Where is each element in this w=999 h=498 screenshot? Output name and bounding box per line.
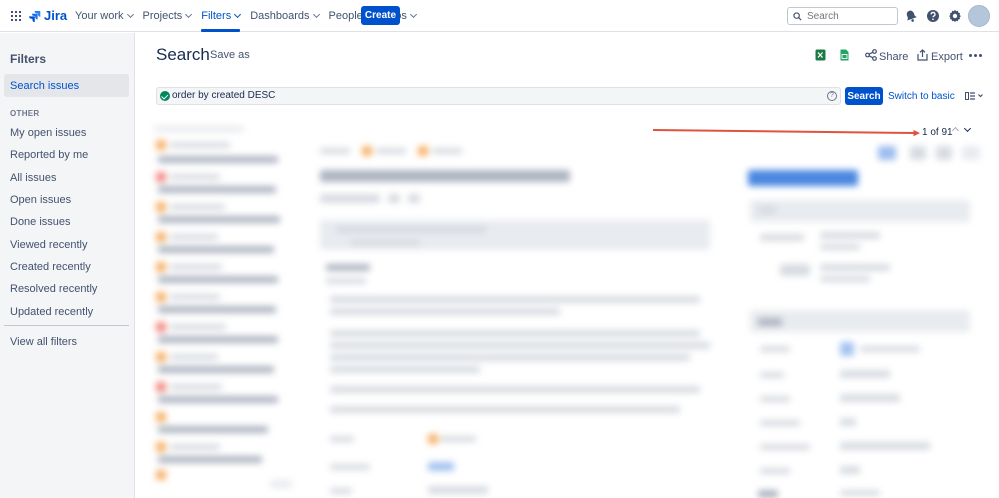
view-layout-icon[interactable] (965, 92, 983, 100)
sidebar-item-label: Search issues (10, 80, 80, 92)
switch-to-basic-link[interactable]: Switch to basic (888, 91, 955, 102)
google-sheets-icon[interactable] (840, 49, 849, 61)
create-button[interactable]: Create (361, 6, 400, 25)
settings-icon[interactable] (948, 9, 962, 23)
nav-your-work[interactable]: Your work (75, 0, 134, 32)
jira-logo-text: Jira (44, 8, 68, 23)
jira-logo[interactable]: Jira (29, 8, 67, 23)
excel-export-icon[interactable] (815, 49, 826, 61)
app-switcher-icon[interactable] (11, 11, 21, 21)
sidebar-item-reported-by-me[interactable]: Reported by me (10, 149, 88, 161)
export-icon[interactable] (917, 49, 928, 61)
sidebar-item-search-issues[interactable]: Search issues (4, 74, 129, 97)
page-title: Search (156, 45, 210, 64)
jql-query-bar[interactable]: ? (156, 87, 841, 105)
jira-logo-icon (29, 10, 41, 22)
nav-filters-label: Filters (201, 10, 232, 22)
notifications-icon[interactable] (904, 9, 918, 23)
share-icon[interactable] (865, 49, 877, 61)
sidebar-title: Filters (10, 52, 47, 66)
user-avatar[interactable] (968, 5, 990, 27)
chevron-down-icon (126, 10, 134, 19)
sidebar-item-all-issues[interactable]: All issues (10, 172, 56, 184)
sidebar-item-viewed-recently[interactable]: Viewed recently (10, 239, 87, 251)
export-button[interactable]: Export (931, 51, 963, 63)
sidebar-item-resolved-recently[interactable]: Resolved recently (10, 283, 97, 295)
sidebar-item-updated-recently[interactable]: Updated recently (10, 306, 93, 318)
nav-filters[interactable]: Filters (201, 0, 242, 32)
share-button[interactable]: Share (879, 51, 908, 63)
sidebar-item-view-all-filters[interactable]: View all filters (10, 336, 77, 348)
sidebar-item-created-recently[interactable]: Created recently (10, 261, 91, 273)
jql-help-icon[interactable]: ? (827, 91, 837, 101)
chevron-down-icon (409, 10, 417, 19)
chevron-down-icon (185, 10, 193, 19)
global-search-input[interactable] (807, 10, 893, 22)
filters-sidebar: Filters Search issues OTHER My open issu… (0, 33, 135, 498)
search-icon (793, 11, 802, 21)
top-navigation: Jira Your work Projects Filters Dashboar… (0, 0, 999, 32)
global-search[interactable] (787, 7, 898, 25)
nav-dashboards-label: Dashboards (250, 10, 310, 22)
pagination-counter: 1 of 91 (922, 127, 953, 138)
jql-input[interactable] (172, 90, 812, 101)
nav-people-label: People (328, 10, 363, 22)
chevron-down-icon (234, 10, 242, 19)
sidebar-item-my-open-issues[interactable]: My open issues (10, 127, 86, 139)
save-as-button[interactable]: Save as (210, 49, 250, 61)
nav-your-work-label: Your work (75, 10, 124, 22)
sidebar-divider (4, 325, 129, 326)
nav-projects-label: Projects (142, 10, 183, 22)
chevron-down-icon (312, 10, 320, 19)
search-button[interactable]: Search (845, 87, 883, 105)
help-icon[interactable] (926, 9, 940, 23)
sidebar-item-done-issues[interactable]: Done issues (10, 216, 71, 228)
more-actions-icon[interactable] (969, 54, 982, 57)
blurred-issue-content (140, 118, 999, 498)
nav-dashboards[interactable]: Dashboards (250, 0, 320, 32)
valid-query-check-icon (160, 91, 170, 101)
nav-projects[interactable]: Projects (142, 0, 193, 32)
sidebar-section-heading: OTHER (10, 109, 40, 118)
sidebar-item-open-issues[interactable]: Open issues (10, 194, 71, 206)
